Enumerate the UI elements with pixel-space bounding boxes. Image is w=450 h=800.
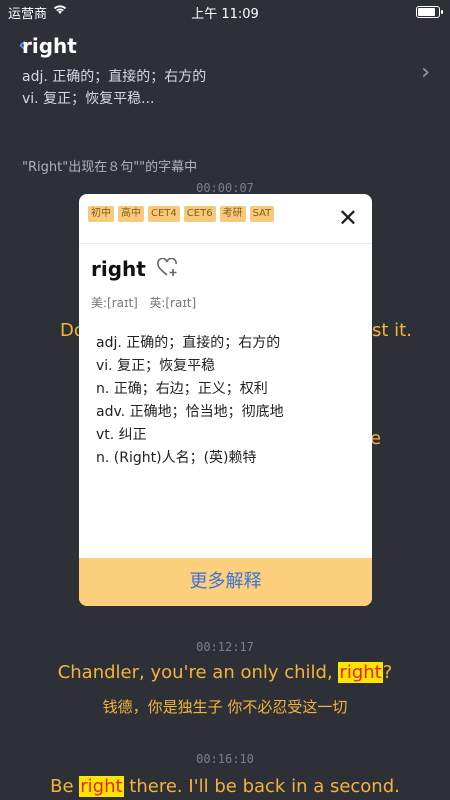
definition-item: adj. 正确的；直接的；右方的	[96, 335, 281, 351]
header-definition: adj. 正确的；直接的；右方的	[22, 69, 207, 85]
subtitle-partial-text[interactable]: st it.	[372, 320, 412, 341]
close-icon[interactable]: ✕	[338, 206, 358, 230]
header-definition: vi. 复正；恢复平稳...	[22, 91, 155, 107]
word-popup-card: 初中 高中 CET4 CET6 考研 SAT ✕ right 美:[raɪt] …	[79, 194, 372, 606]
subtitle-english[interactable]: Be right there. I'll be back in a second…	[0, 776, 450, 797]
subtitle-timestamp: 00:12:17	[196, 640, 254, 654]
level-tag: CET6	[183, 206, 216, 222]
subtitle-timestamp: 00:16:10	[196, 752, 254, 766]
highlighted-word[interactable]: right	[338, 662, 383, 683]
highlighted-word[interactable]: right	[79, 776, 124, 797]
subtitle-text: there. I'll be back in a second.	[123, 776, 400, 797]
more-definitions-button[interactable]: 更多解释	[79, 558, 372, 606]
definition-item: vi. 复正；恢复平稳	[96, 358, 216, 374]
level-tag: 高中	[118, 206, 144, 222]
subtitle-timestamp: 00:00:07	[196, 181, 254, 195]
definition-item: vt. 纠正	[96, 427, 147, 443]
subtitle-text: ?	[382, 662, 393, 683]
status-bar: 运营商 上午 11:09	[0, 0, 450, 24]
level-tags: 初中 高中 CET4 CET6 考研 SAT	[88, 206, 275, 222]
level-tag: SAT	[249, 206, 275, 222]
phonetic-uk[interactable]: 英:[raɪt]	[149, 296, 196, 310]
subtitle-chinese: 钱德，你是独生子 你不必忍受这一切	[102, 698, 348, 716]
level-tag: 初中	[88, 206, 114, 222]
clock: 上午 11:09	[191, 7, 259, 22]
definition-list: adj. 正确的；直接的；右方的 vi. 复正；恢复平稳 n. 正确；右边；正义…	[96, 332, 284, 470]
header-word: right	[22, 34, 77, 58]
phonetics: 美:[raɪt] 英:[raɪt]	[91, 294, 196, 311]
subtitle-text: Chandler, you're an only child,	[57, 662, 339, 683]
battery-icon	[416, 6, 443, 18]
level-tag: 考研	[219, 206, 246, 222]
subtitle-text: Be	[50, 776, 80, 797]
occurrence-text: "Right"出现在８句""的字幕中	[22, 160, 198, 175]
popup-word: right	[91, 257, 146, 281]
heart-plus-icon[interactable]	[157, 257, 179, 283]
popup-header: 初中 高中 CET4 CET6 考研 SAT ✕	[79, 194, 372, 244]
definition-item: n. 正确；右边；正义；权利	[96, 381, 268, 397]
level-tag: CET4	[148, 206, 180, 222]
definition-item: adv. 正确地；恰当地；彻底地	[96, 404, 284, 420]
definition-item: n. (Right)人名；(英)赖特	[96, 450, 257, 466]
chevron-right-icon[interactable]: ›	[421, 60, 430, 85]
phonetic-us[interactable]: 美:[raɪt]	[91, 296, 138, 310]
subtitle-english[interactable]: Chandler, you're an only child, right?	[0, 662, 450, 683]
